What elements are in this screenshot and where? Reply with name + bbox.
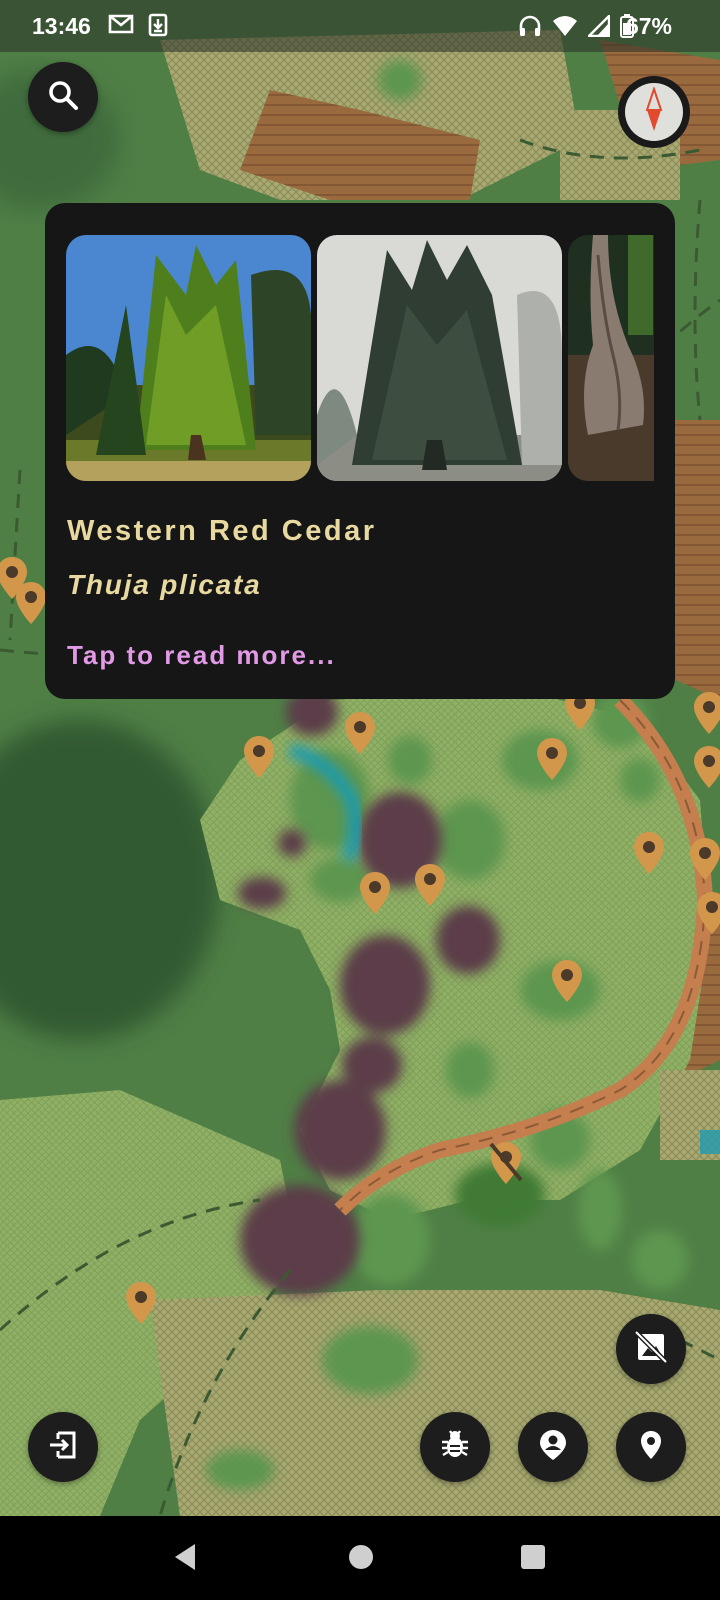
bug-icon (438, 1428, 472, 1467)
report-bug-button[interactable] (420, 1412, 490, 1482)
compass-button[interactable] (618, 76, 690, 148)
tree-marker[interactable] (632, 830, 666, 876)
tree-marker[interactable] (692, 690, 720, 736)
clock: 13:46 (32, 13, 91, 39)
my-profile-button[interactable] (518, 1412, 588, 1482)
headphones-icon (518, 15, 542, 43)
tree-marker[interactable] (688, 836, 720, 882)
home-icon (347, 1543, 375, 1576)
hidden-tree-marker[interactable] (489, 1140, 523, 1186)
navigation-bar (0, 1516, 720, 1600)
compass-icon (639, 85, 669, 138)
wifi-icon (552, 15, 578, 43)
person-pin-icon (536, 1428, 570, 1467)
tree-marker[interactable] (343, 710, 377, 756)
status-bar: 13:46 67% (0, 0, 720, 52)
battery-percent: 67% (625, 13, 672, 39)
back-button[interactable] (168, 1542, 202, 1576)
home-button[interactable] (344, 1542, 378, 1576)
photo-carousel[interactable] (66, 235, 654, 481)
signal-icon (586, 13, 611, 43)
tree-marker[interactable] (124, 1280, 158, 1326)
tree-marker[interactable] (550, 958, 584, 1004)
location-pin-icon (634, 1428, 668, 1467)
tree-marker[interactable] (14, 580, 48, 626)
download-icon (148, 13, 168, 43)
toggle-images-button[interactable] (616, 1314, 686, 1384)
read-more-link[interactable]: Tap to read more... (67, 640, 336, 671)
tree-marker[interactable] (358, 870, 392, 916)
cedar-sunny-photo[interactable] (66, 235, 311, 481)
gmail-icon (108, 13, 134, 43)
recents-icon (519, 1543, 547, 1576)
recents-button[interactable] (516, 1542, 550, 1576)
tree-info-card[interactable]: Western Red Cedar Thuja plicata Tap to r… (45, 203, 675, 699)
cedar-foggy-photo[interactable] (317, 235, 562, 481)
tree-marker[interactable] (692, 744, 720, 790)
tree-common-name: Western Red Cedar (67, 515, 377, 547)
tree-marker[interactable] (413, 862, 447, 908)
search-icon (46, 78, 80, 117)
exit-icon (46, 1428, 80, 1467)
image-off-icon (634, 1329, 668, 1369)
tree-marker[interactable] (242, 734, 276, 780)
back-icon (171, 1542, 199, 1577)
tree-scientific-name: Thuja plicata (67, 569, 262, 600)
my-location-button[interactable] (616, 1412, 686, 1482)
search-button[interactable] (28, 62, 98, 132)
tree-marker[interactable] (695, 890, 720, 936)
cedar-trunk-photo[interactable] (568, 235, 654, 481)
exit-button[interactable] (28, 1412, 98, 1482)
tree-marker[interactable] (535, 736, 569, 782)
